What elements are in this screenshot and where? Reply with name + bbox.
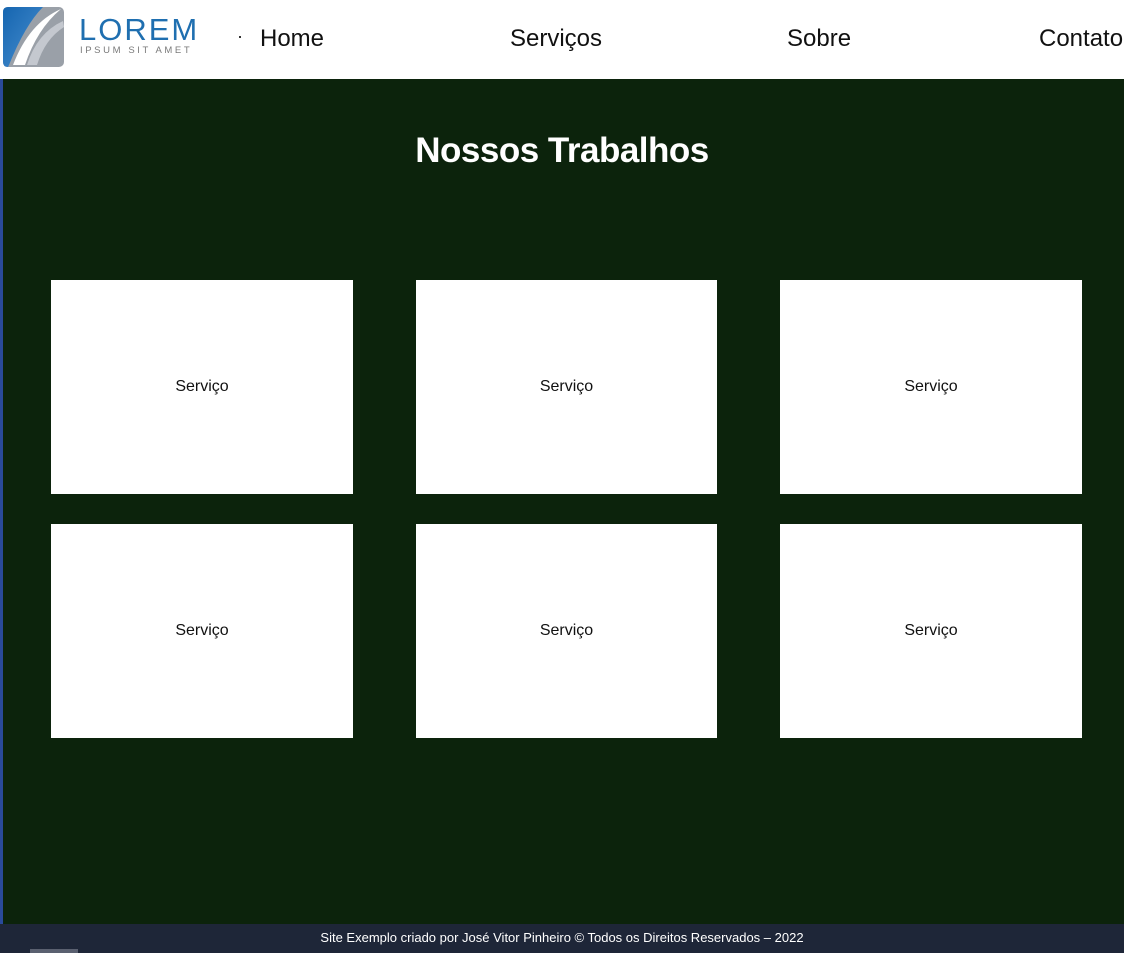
service-card-label: Serviço xyxy=(175,622,229,639)
service-card[interactable]: Serviço xyxy=(780,524,1082,738)
footer-copyright: Site Exemplo criado por José Vitor Pinhe… xyxy=(320,930,804,945)
service-card-label: Serviço xyxy=(175,378,229,395)
service-card[interactable]: Serviço xyxy=(416,524,717,738)
logo-subtitle: IPSUM SIT AMET xyxy=(80,45,193,56)
logo-title: LOREM xyxy=(79,12,200,47)
service-card-label: Serviço xyxy=(904,622,958,639)
site-footer: Site Exemplo criado por José Vitor Pinhe… xyxy=(0,924,1124,953)
nav-sobre[interactable]: Sobre xyxy=(787,24,851,54)
service-card[interactable]: Serviço xyxy=(780,280,1082,494)
nav-home[interactable]: Home xyxy=(260,24,324,54)
service-card[interactable]: Serviço xyxy=(51,524,353,738)
service-card-label: Serviço xyxy=(539,378,594,395)
nav-contato[interactable]: Contato xyxy=(1039,24,1123,54)
service-card-label: Serviço xyxy=(904,378,958,395)
logo-mark-icon xyxy=(3,7,64,67)
nav-separator-dot xyxy=(239,36,241,38)
nav-servicos[interactable]: Serviços xyxy=(510,24,602,54)
works-section: Nossos Trabalhos Serviço Serviço Serviço… xyxy=(0,79,1124,924)
service-card-label: Serviço xyxy=(539,622,594,639)
logo[interactable]: LOREM IPSUM SIT AMET xyxy=(3,7,203,69)
service-card[interactable]: Serviço xyxy=(416,280,717,494)
service-card[interactable]: Serviço xyxy=(51,280,353,494)
horizontal-scrollbar-thumb[interactable] xyxy=(30,949,78,953)
site-header: LOREM IPSUM SIT AMET Home Serviços Sobre… xyxy=(0,0,1124,79)
left-edge-accent xyxy=(0,79,3,924)
section-title: Nossos Trabalhos xyxy=(415,131,709,170)
